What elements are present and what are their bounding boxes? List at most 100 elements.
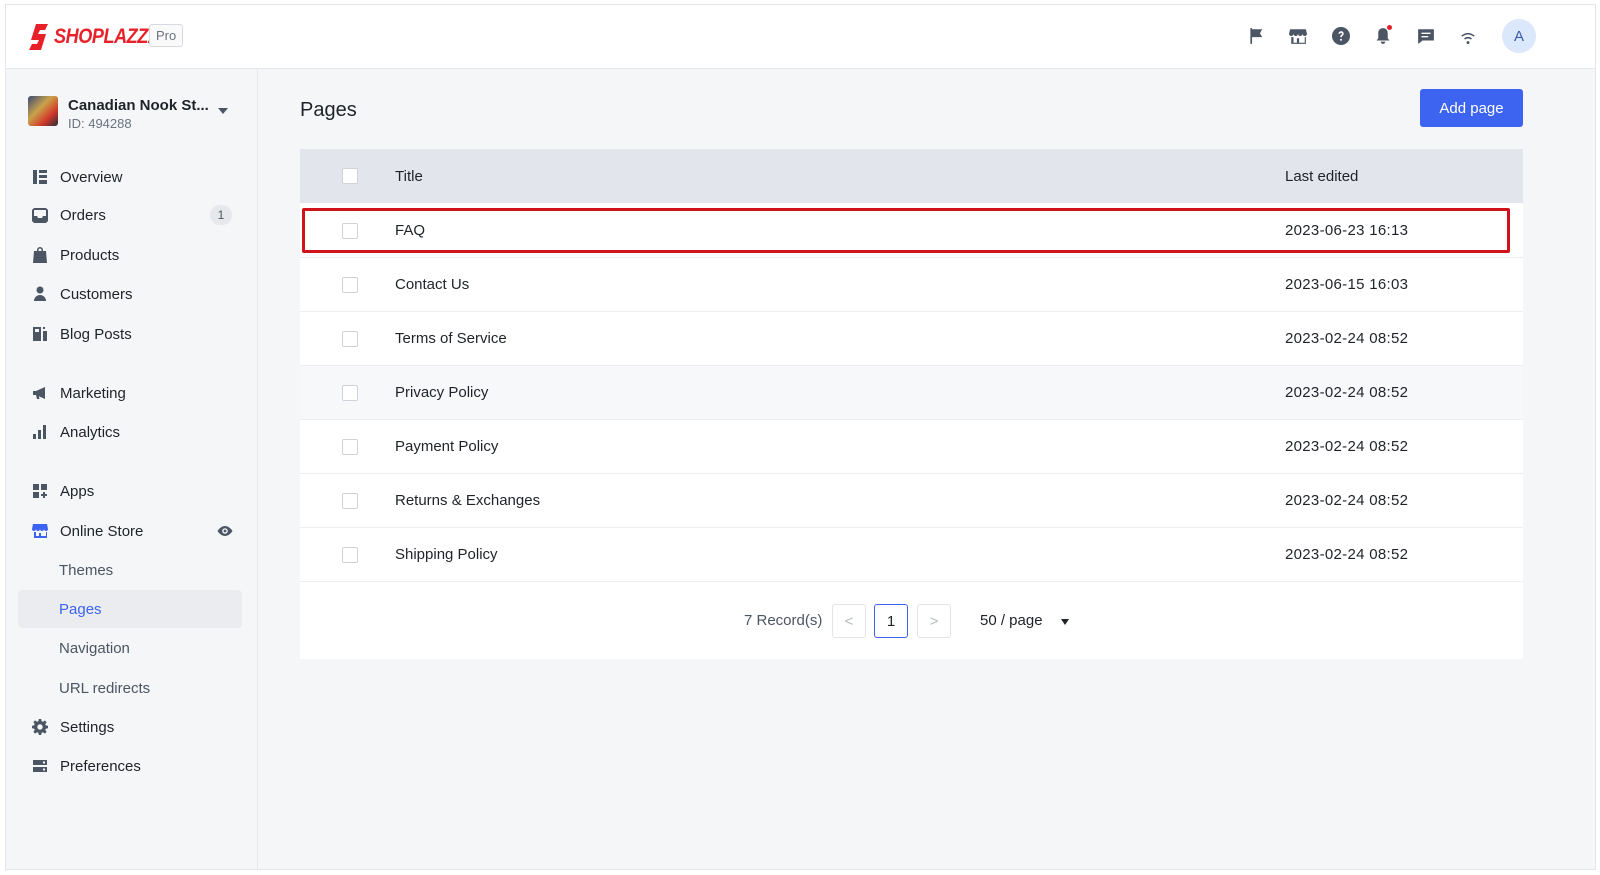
- table-row[interactable]: Payment Policy 2023-02-24 08:52: [300, 420, 1523, 474]
- user-avatar[interactable]: A: [1502, 19, 1536, 53]
- sidebar-item-label: Online Store: [60, 522, 144, 540]
- table-row[interactable]: Privacy Policy 2023-02-24 08:52: [300, 366, 1523, 420]
- sidebar-item-analytics[interactable]: Analytics: [18, 413, 242, 451]
- page-title-cell[interactable]: Returns & Exchanges: [395, 492, 540, 509]
- sidebar-item-label: Settings: [60, 718, 115, 736]
- prev-page-button[interactable]: <: [832, 604, 866, 638]
- sidebar-item-label: Preferences: [60, 757, 141, 775]
- logo-mark-icon: [29, 24, 48, 50]
- column-last-edited: Last edited: [1285, 168, 1359, 185]
- page-title: Pages: [300, 99, 357, 121]
- chevron-down-icon: [218, 108, 228, 114]
- orders-count-badge: 1: [210, 205, 232, 225]
- sidebar-item-preferences[interactable]: Preferences: [18, 747, 242, 785]
- add-page-button[interactable]: Add page: [1420, 89, 1523, 127]
- sidebar-item-themes[interactable]: Themes: [18, 551, 242, 589]
- page-title-cell[interactable]: Terms of Service: [395, 330, 507, 347]
- sidebar-item-url-redirects[interactable]: URL redirects: [18, 669, 242, 707]
- page-size-select[interactable]: 50 / page: [980, 612, 1043, 629]
- wifi-icon[interactable]: [1457, 25, 1479, 47]
- row-checkbox[interactable]: [342, 493, 358, 509]
- last-edited-cell: 2023-02-24 08:52: [1285, 330, 1409, 347]
- sidebar-item-blog-posts[interactable]: Blog Posts: [18, 315, 242, 353]
- row-checkbox[interactable]: [342, 331, 358, 347]
- apps-grid-icon: [32, 483, 48, 499]
- overview-icon: [32, 169, 48, 185]
- page-title-cell[interactable]: FAQ: [395, 222, 425, 239]
- sidebar-item-pages[interactable]: Pages: [18, 590, 242, 628]
- notification-dot: [1387, 25, 1392, 30]
- row-checkbox[interactable]: [342, 277, 358, 293]
- storefront-icon: [32, 523, 48, 539]
- sidebar-item-label: Products: [60, 246, 120, 264]
- message-icon[interactable]: [1415, 25, 1437, 47]
- store-thumbnail: [28, 96, 58, 126]
- page-title-cell[interactable]: Contact Us: [395, 276, 469, 293]
- page-title-cell[interactable]: Payment Policy: [395, 438, 498, 455]
- caret-down-icon[interactable]: [1061, 619, 1069, 625]
- pages-table: Title Last edited FAQ 2023-06-23 16:13 C…: [300, 149, 1523, 659]
- sidebar-item-label: Apps: [60, 482, 95, 500]
- sidebar-item-apps[interactable]: Apps: [18, 472, 242, 510]
- sidebar: Canadian Nook St... ID: 494288 Overview …: [6, 69, 258, 869]
- last-edited-cell: 2023-06-15 16:03: [1285, 276, 1409, 293]
- sidebar-item-label: Overview: [60, 168, 123, 186]
- table-row[interactable]: Terms of Service 2023-02-24 08:52: [300, 312, 1523, 366]
- row-checkbox[interactable]: [342, 547, 358, 563]
- last-edited-cell: 2023-02-24 08:52: [1285, 492, 1409, 509]
- row-checkbox[interactable]: [342, 439, 358, 455]
- sidebar-item-products[interactable]: Products: [18, 236, 242, 274]
- table-header: Title Last edited: [300, 149, 1523, 203]
- last-edited-cell: 2023-02-24 08:52: [1285, 546, 1409, 563]
- sidebar-item-orders[interactable]: Orders 1: [18, 196, 242, 234]
- store-id: ID: 494288: [68, 116, 132, 131]
- plan-badge: Pro: [149, 24, 184, 47]
- sidebar-item-overview[interactable]: Overview: [18, 158, 242, 196]
- preferences-icon: [32, 758, 48, 774]
- next-page-button[interactable]: >: [917, 604, 951, 638]
- row-checkbox[interactable]: [342, 223, 358, 239]
- last-edited-cell: 2023-02-24 08:52: [1285, 438, 1409, 455]
- sidebar-item-label: Blog Posts: [60, 325, 132, 343]
- sidebar-item-label: Marketing: [60, 384, 126, 402]
- main-content: Pages Add page Title Last edited FAQ 202…: [259, 69, 1595, 869]
- sidebar-item-marketing[interactable]: Marketing: [18, 374, 242, 412]
- sidebar-item-online-store[interactable]: Online Store: [18, 512, 242, 550]
- sidebar-item-label: Pages: [59, 600, 102, 618]
- sidebar-item-label: Navigation: [59, 639, 130, 657]
- inbox-icon: [32, 207, 48, 223]
- bar-chart-icon: [32, 424, 48, 440]
- table-row[interactable]: Returns & Exchanges 2023-02-24 08:52: [300, 474, 1523, 528]
- select-all-checkbox[interactable]: [342, 168, 358, 184]
- row-checkbox[interactable]: [342, 385, 358, 401]
- store-name: Canadian Nook St...: [68, 97, 209, 114]
- sidebar-item-label: Themes: [59, 561, 114, 579]
- sidebar-item-label: Analytics: [60, 423, 121, 441]
- eye-icon[interactable]: [216, 523, 234, 539]
- gear-icon: [32, 719, 48, 735]
- sidebar-item-settings[interactable]: Settings: [18, 708, 242, 746]
- table-row[interactable]: Shipping Policy 2023-02-24 08:52: [300, 528, 1523, 582]
- sidebar-item-label: Customers: [60, 285, 133, 303]
- bag-icon: [32, 247, 48, 263]
- flag-icon[interactable]: [1245, 25, 1267, 47]
- brand-name: SHOPLAZZA: [54, 25, 161, 48]
- last-edited-cell: 2023-02-24 08:52: [1285, 384, 1409, 401]
- sidebar-item-customers[interactable]: Customers: [18, 275, 242, 313]
- page-1-button[interactable]: 1: [874, 604, 908, 638]
- page-title-cell[interactable]: Privacy Policy: [395, 384, 488, 401]
- table-row[interactable]: FAQ 2023-06-23 16:13: [300, 204, 1523, 258]
- help-icon[interactable]: [1330, 25, 1352, 47]
- sidebar-item-navigation[interactable]: Navigation: [18, 629, 242, 667]
- store-switcher[interactable]: Canadian Nook St... ID: 494288: [28, 92, 238, 132]
- pagination: 7 Record(s) < 1 > 50 / page: [300, 604, 1523, 640]
- sidebar-item-label: Orders: [60, 206, 106, 224]
- store-icon[interactable]: [1287, 25, 1309, 47]
- table-row[interactable]: Contact Us 2023-06-15 16:03: [300, 258, 1523, 312]
- blog-icon: [32, 326, 48, 342]
- bell-icon[interactable]: [1372, 25, 1394, 47]
- app-window: SHOPLAZZA Pro A Canadian Nook St... ID: …: [5, 4, 1596, 870]
- person-icon: [32, 286, 48, 302]
- page-title-cell[interactable]: Shipping Policy: [395, 546, 498, 563]
- top-bar: SHOPLAZZA Pro A: [6, 5, 1595, 69]
